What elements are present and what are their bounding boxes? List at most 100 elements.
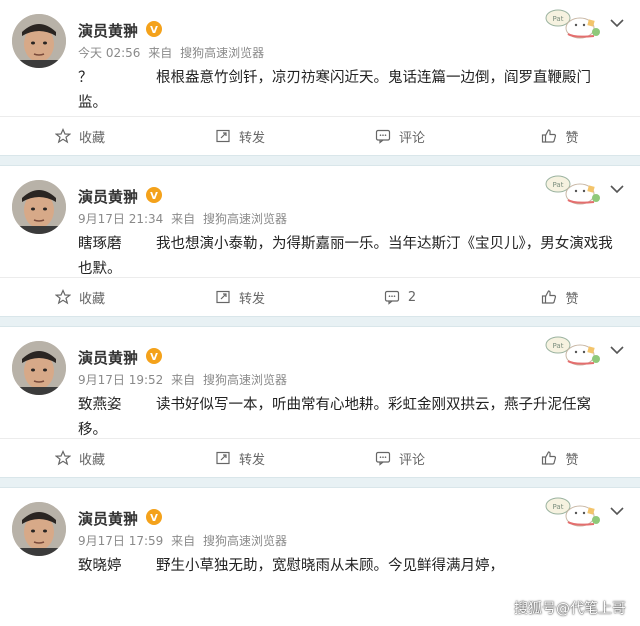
star-icon xyxy=(54,289,71,305)
author-name[interactable]: 演员黄翀 xyxy=(78,20,138,41)
favorite-button[interactable]: 收藏 xyxy=(0,439,160,477)
thumbs-up-icon xyxy=(542,129,557,143)
post-actions: 收藏 转发 2 赞 xyxy=(0,277,640,316)
post-mention: 瞎琢磨 xyxy=(78,236,122,252)
avatar[interactable] xyxy=(12,180,66,234)
comment-label: 评论 xyxy=(398,452,425,468)
vip-badge-icon: V xyxy=(146,21,162,37)
svg-text:V: V xyxy=(150,25,158,36)
watermark: 搜狐号@代笔上哥 xyxy=(514,601,626,617)
post-meta: 9月17日 21:34 来自 搜狗高速浏览器 xyxy=(78,210,291,227)
post-divider xyxy=(0,316,640,327)
post-meta: 9月17日 17:59 来自 搜狗高速浏览器 xyxy=(78,532,291,549)
like-label: 赞 xyxy=(565,130,579,146)
decorative-sticker: Pat xyxy=(545,497,600,527)
vip-badge-icon: V xyxy=(146,187,162,203)
chevron-down-icon[interactable] xyxy=(610,184,624,194)
vip-badge-icon: V xyxy=(146,348,162,364)
repost-label: 转发 xyxy=(238,291,265,307)
post-time[interactable]: 9月17日 17:59 xyxy=(78,534,163,548)
svg-text:V: V xyxy=(150,352,158,363)
avatar[interactable] xyxy=(12,502,66,556)
repost-label: 转发 xyxy=(238,130,265,146)
decorative-sticker: Pat xyxy=(545,175,600,205)
favorite-label: 收藏 xyxy=(78,291,105,307)
comment-count: 2 xyxy=(407,289,417,305)
post-header: 演员黄翀 V 9月17日 17:59 来自 搜狗高速浏览器 Pat xyxy=(0,488,640,556)
repost-button[interactable]: 转发 xyxy=(160,439,320,477)
repost-icon xyxy=(216,129,230,143)
comment-button[interactable]: 2 xyxy=(320,278,480,316)
author-name[interactable]: 演员黄翀 xyxy=(78,508,138,529)
post-text: 野生小草独无助，宽慰晓雨从未顾。今见鲜得满月婷， xyxy=(156,558,504,574)
post-time[interactable]: 9月17日 21:34 xyxy=(78,212,163,226)
svg-text:V: V xyxy=(150,191,158,202)
chevron-down-icon[interactable] xyxy=(610,506,624,516)
post-actions: 收藏 转发 评论 赞 xyxy=(0,438,640,477)
post-actions: 收藏 转发 评论 赞 xyxy=(0,116,640,155)
post-time[interactable]: 9月17日 19:52 xyxy=(78,373,163,387)
comment-icon xyxy=(375,451,391,466)
like-button[interactable]: 赞 xyxy=(480,117,640,155)
post-card: 演员黄翀 V 9月17日 21:34 来自 搜狗高速浏览器 Pat 瞎琢磨 我也… xyxy=(0,166,640,316)
post-source[interactable]: 搜狗高速浏览器 xyxy=(180,46,264,60)
post-meta: 9月17日 19:52 来自 搜狗高速浏览器 xyxy=(78,371,291,388)
post-source[interactable]: 搜狗高速浏览器 xyxy=(203,373,287,387)
svg-text:Pat: Pat xyxy=(553,503,564,511)
favorite-button[interactable]: 收藏 xyxy=(0,278,160,316)
author-name[interactable]: 演员黄翀 xyxy=(78,186,138,207)
post-mention: 致晓婷 xyxy=(78,558,122,574)
post-mention: 致燕姿 xyxy=(78,397,122,413)
repost-button[interactable]: 转发 xyxy=(160,117,320,155)
source-prefix: 来自 xyxy=(171,212,196,226)
thumbs-up-icon xyxy=(542,451,557,465)
favorite-label: 收藏 xyxy=(78,452,105,468)
comment-button[interactable]: 评论 xyxy=(320,439,480,477)
post-source[interactable]: 搜狗高速浏览器 xyxy=(203,534,287,548)
chevron-down-icon[interactable] xyxy=(610,18,624,28)
comment-button[interactable]: 评论 xyxy=(320,117,480,155)
repost-icon xyxy=(216,451,230,465)
avatar[interactable] xyxy=(12,341,66,395)
post-divider xyxy=(0,477,640,488)
post-text: 读书好似写一本，听曲常有心地耕。彩虹金刚双拱云，燕子升泥任窝移。 xyxy=(78,397,591,438)
comment-label: 评论 xyxy=(398,130,425,146)
like-label: 赞 xyxy=(565,452,579,468)
weibo-feed: 演员黄翀 V 今天 02:56 来自 搜狗高速浏览器 Pat ？ 根根盎意竹剑钎… xyxy=(0,0,640,626)
like-button[interactable]: 赞 xyxy=(480,278,640,316)
svg-text:Pat: Pat xyxy=(553,342,564,350)
chevron-down-icon[interactable] xyxy=(610,345,624,355)
post-text: 根根盎意竹剑钎，凉刃祊寒闪近天。鬼话连篇一边倒，阎罗直鞭殿门监。 xyxy=(78,70,591,111)
source-prefix: 来自 xyxy=(171,373,196,387)
source-prefix: 来自 xyxy=(148,46,173,60)
post-source[interactable]: 搜狗高速浏览器 xyxy=(203,212,287,226)
repost-label: 转发 xyxy=(238,452,265,468)
repost-icon xyxy=(216,290,230,304)
post-header: 演员黄翀 V 9月17日 21:34 来自 搜狗高速浏览器 Pat xyxy=(0,166,640,234)
like-label: 赞 xyxy=(565,291,579,307)
post-card: 演员黄翀 V 今天 02:56 来自 搜狗高速浏览器 Pat ？ 根根盎意竹剑钎… xyxy=(0,0,640,155)
post-card: 演员黄翀 V 9月17日 19:52 来自 搜狗高速浏览器 Pat 致燕姿 读书… xyxy=(0,327,640,477)
post-header: 演员黄翀 V 9月17日 19:52 来自 搜狗高速浏览器 Pat xyxy=(0,327,640,395)
post-mention: ？ xyxy=(78,70,93,86)
post-divider xyxy=(0,155,640,166)
post-time[interactable]: 今天 02:56 xyxy=(78,46,140,60)
star-icon xyxy=(54,128,71,144)
vip-badge-icon: V xyxy=(146,509,162,525)
favorite-label: 收藏 xyxy=(78,130,105,146)
post-header: 演员黄翀 V 今天 02:56 来自 搜狗高速浏览器 Pat xyxy=(0,0,640,68)
favorite-button[interactable]: 收藏 xyxy=(0,117,160,155)
author-name[interactable]: 演员黄翀 xyxy=(78,347,138,368)
post-meta: 今天 02:56 来自 搜狗高速浏览器 xyxy=(78,44,268,61)
decorative-sticker: Pat xyxy=(545,9,600,39)
avatar[interactable] xyxy=(12,14,66,68)
comment-icon xyxy=(384,290,399,305)
like-button[interactable]: 赞 xyxy=(480,439,640,477)
comment-icon xyxy=(375,129,391,144)
post-text: 我也想演小泰勒，为得斯嘉丽一乐。当年达斯汀《宝贝儿》，男女演戏我也默。 xyxy=(78,236,613,277)
svg-text:Pat: Pat xyxy=(553,15,564,23)
svg-text:Pat: Pat xyxy=(553,181,564,189)
svg-text:V: V xyxy=(150,513,158,524)
decorative-sticker: Pat xyxy=(545,336,600,366)
repost-button[interactable]: 转发 xyxy=(160,278,320,316)
